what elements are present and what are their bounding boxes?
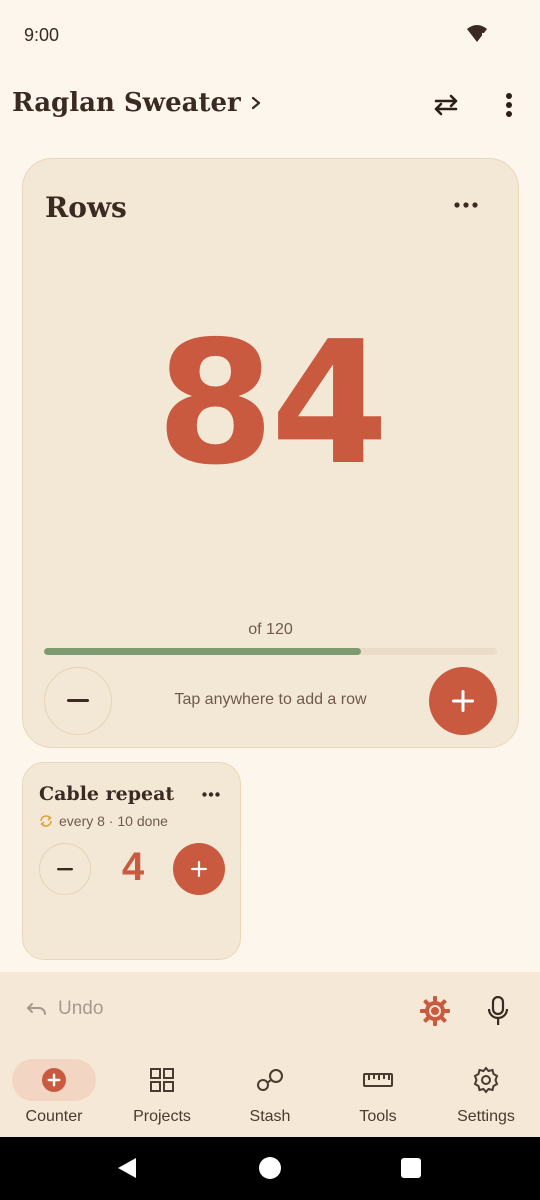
home-icon[interactable]	[259, 1157, 281, 1179]
yarn-icon	[257, 1069, 283, 1091]
repeat-icon	[40, 815, 52, 827]
system-navigation-bar	[0, 1137, 540, 1200]
microphone-icon[interactable]	[486, 996, 510, 1026]
swap-arrows-icon	[434, 94, 458, 116]
undo-button[interactable]: Undo	[26, 998, 103, 1020]
more-horiz-icon	[454, 202, 478, 208]
wifi-alert-icon	[467, 25, 487, 42]
app-bar: Raglan Sweater	[0, 70, 540, 142]
back-icon[interactable]	[116, 1157, 138, 1179]
counter-title: Rows	[45, 191, 127, 224]
undo-icon	[27, 1003, 46, 1015]
row-progress-bar	[44, 648, 497, 655]
counter-menu-button[interactable]	[452, 197, 480, 213]
undo-label: Undo	[58, 998, 104, 1019]
nav-active-indicator	[12, 1059, 96, 1101]
swap-counters-button[interactable]	[428, 90, 464, 120]
nav-label: Tools	[359, 1108, 397, 1125]
action-bar: Undo	[0, 972, 540, 1050]
increment-row-button[interactable]	[429, 667, 497, 735]
more-horiz-icon	[202, 791, 220, 797]
nav-label: Stash	[249, 1108, 291, 1125]
plus-icon	[452, 690, 474, 712]
cable-repeat-counter-card[interactable]: Cable repeat every 8 · 10 done 4	[22, 762, 241, 960]
secondary-counter-menu-button[interactable]	[200, 787, 222, 801]
increment-cable-button[interactable]	[173, 843, 225, 895]
secondary-counter-title: Cable repeat	[39, 783, 175, 805]
nav-item-projects[interactable]: Projects	[108, 1050, 216, 1137]
secondary-counter-meta: every 8 · 10 done	[39, 813, 168, 829]
nav-item-settings[interactable]: Settings	[432, 1050, 540, 1137]
gear-icon	[473, 1066, 499, 1094]
rows-counter-card[interactable]: Rows 84 of 120 Tap anywhere to add a row	[22, 158, 519, 748]
bottom-navigation: Counter Projects Stash Tools Settings	[0, 1050, 540, 1137]
secondary-counter-meta-text: every 8 · 10 done	[59, 813, 168, 829]
project-title: Raglan Sweater	[12, 88, 241, 118]
grid-icon	[150, 1068, 174, 1092]
plus-circle-icon	[42, 1068, 66, 1092]
nav-label: Counter	[25, 1108, 83, 1125]
status-bar: 9:00	[0, 0, 540, 70]
cable-count: 4	[121, 845, 145, 889]
nav-label: Projects	[133, 1108, 191, 1125]
more-vert-icon	[506, 93, 512, 117]
row-total: of 120	[248, 621, 293, 638]
chevron-right-icon	[251, 96, 260, 110]
row-progress-fill	[44, 648, 362, 655]
project-title-button[interactable]: Raglan Sweater	[12, 88, 263, 118]
recents-icon[interactable]	[401, 1158, 421, 1178]
plus-icon	[191, 861, 207, 877]
nav-item-tools[interactable]: Tools	[324, 1050, 432, 1137]
ruler-icon	[363, 1073, 393, 1087]
decrement-cable-button[interactable]	[39, 843, 91, 895]
sun-icon[interactable]	[420, 996, 450, 1026]
minus-icon	[57, 867, 73, 870]
nav-item-counter[interactable]: Counter	[0, 1050, 108, 1137]
status-time: 9:00	[24, 25, 60, 45]
nav-item-stash[interactable]: Stash	[216, 1050, 324, 1137]
row-count: 84	[156, 305, 389, 503]
nav-label: Settings	[457, 1108, 515, 1125]
overflow-menu-button[interactable]	[496, 88, 522, 122]
